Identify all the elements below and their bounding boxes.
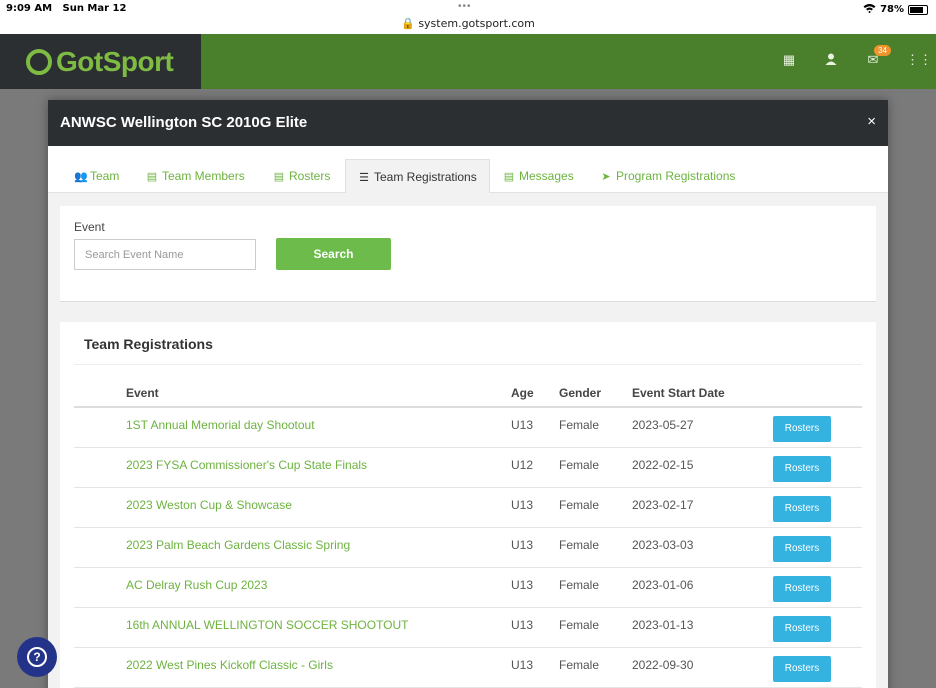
apps-grid-icon[interactable]: ⋮⋮⋮	[906, 52, 936, 68]
table-row: 2022 West Pines Kickoff Classic - Girls …	[74, 648, 862, 688]
tab-rosters[interactable]: ▤ Rosters	[273, 159, 331, 193]
event-search-input[interactable]	[74, 239, 256, 270]
age-cell: U12	[511, 458, 534, 472]
rosters-button[interactable]: Rosters	[773, 496, 831, 522]
gender-cell: Female	[559, 538, 600, 552]
modal-tabs: 👥 Team ▤ Team Members ▤ Rosters ☰ Team Regis…	[48, 146, 888, 193]
gender-cell: Female	[559, 418, 600, 432]
modal-header: ANWSC Wellington SC 2010G Elite ×	[48, 100, 888, 146]
event-link[interactable]: AC Delray Rush Cup 2023	[126, 578, 267, 592]
event-link[interactable]: 2022 West Pines Kickoff Classic - Girls	[126, 658, 333, 672]
registrations-panel: Team Registrations Event Age Gender Even…	[60, 322, 876, 688]
event-link[interactable]: 1ST Annual Memorial day Shootout	[126, 418, 315, 432]
table-row: 1ST Annual Memorial day Shootout U13 Fem…	[74, 408, 862, 448]
column-header-age[interactable]: Age	[511, 386, 534, 400]
gender-cell: Female	[559, 658, 600, 672]
tab-team[interactable]: 👥 Team	[74, 159, 119, 193]
column-header-gender[interactable]: Gender	[559, 386, 601, 400]
logo-mark-icon	[26, 49, 52, 75]
id-card-icon: ▤	[273, 171, 285, 183]
table-row: 2023 Palm Beach Gardens Classic Spring U…	[74, 528, 862, 568]
table-header: Event Age Gender Event Start Date	[74, 379, 862, 408]
envelope-icon[interactable]: ✉ 34	[864, 45, 891, 68]
divider	[74, 364, 862, 365]
column-header-event[interactable]: Event	[126, 386, 159, 400]
tab-messages[interactable]: ▤ Messages	[503, 159, 574, 193]
age-cell: U13	[511, 538, 534, 552]
message-count-badge: 34	[874, 45, 891, 56]
tab-team-members[interactable]: ▤ Team Members	[146, 159, 245, 193]
start-date-cell: 2023-03-03	[632, 538, 694, 552]
registrations-title: Team Registrations	[84, 336, 213, 352]
table-row: 16th ANNUAL WELLINGTON SOCCER SHOOTOUT U…	[74, 608, 862, 648]
header-icons: ▦ ✉34 ⋮⋮⋮	[780, 45, 936, 68]
rosters-button[interactable]: Rosters	[773, 456, 831, 482]
message-icon: ▤	[503, 171, 515, 183]
battery-icon	[908, 4, 928, 15]
battery-percent: 78%	[880, 4, 904, 15]
event-link[interactable]: 2023 Palm Beach Gardens Classic Spring	[126, 538, 350, 552]
modal-title: ANWSC Wellington SC 2010G Elite	[60, 114, 308, 131]
search-panel: Event Search	[60, 206, 876, 302]
multitask-dots[interactable]: •••	[458, 1, 472, 12]
status-time: 9:09 AM Sun Mar 12	[6, 3, 127, 14]
logo-container: GotSport	[0, 34, 201, 89]
app-header: GotSport ▦ ✉34 ⋮⋮⋮	[0, 34, 936, 89]
status-bar: 9:09 AM Sun Mar 12 ••• 🔒 system.gotsport…	[0, 0, 936, 34]
table-row: 2023 FYSA Commissioner's Cup State Final…	[74, 448, 862, 488]
close-icon[interactable]: ×	[867, 113, 876, 130]
age-cell: U13	[511, 618, 534, 632]
gender-cell: Female	[559, 458, 600, 472]
paper-plane-icon: ➤	[601, 171, 611, 183]
gender-cell: Female	[559, 498, 600, 512]
tab-program-registrations[interactable]: ➤ Program Registrations	[600, 159, 735, 193]
list-icon: ☰	[359, 172, 369, 184]
start-date-cell: 2022-02-15	[632, 458, 694, 472]
status-right: 78%	[863, 3, 928, 16]
address-bar[interactable]: 🔒 system.gotsport.com	[0, 17, 936, 30]
help-button[interactable]: ?	[17, 637, 57, 677]
gender-cell: Female	[559, 618, 600, 632]
qr-code-icon[interactable]: ▦	[780, 52, 798, 68]
rosters-button[interactable]: Rosters	[773, 416, 831, 442]
rosters-button[interactable]: Rosters	[773, 616, 831, 642]
event-link[interactable]: 2023 FYSA Commissioner's Cup State Final…	[126, 458, 367, 472]
question-mark-icon: ?	[27, 647, 47, 667]
team-modal: ANWSC Wellington SC 2010G Elite × 👥 Team …	[48, 100, 888, 688]
url-text: system.gotsport.com	[418, 17, 535, 30]
gotsport-logo[interactable]: GotSport	[26, 46, 174, 78]
start-date-cell: 2023-01-13	[632, 618, 694, 632]
start-date-cell: 2023-02-17	[632, 498, 694, 512]
rosters-button[interactable]: Rosters	[773, 536, 831, 562]
user-icon[interactable]	[822, 53, 840, 68]
start-date-cell: 2023-05-27	[632, 418, 694, 432]
search-button[interactable]: Search	[276, 238, 391, 270]
age-cell: U13	[511, 418, 534, 432]
age-cell: U13	[511, 498, 534, 512]
tab-team-registrations[interactable]: ☰ Team Registrations	[345, 159, 490, 193]
start-date-cell: 2022-09-30	[632, 658, 694, 672]
column-header-start-date[interactable]: Event Start Date	[632, 386, 725, 400]
id-card-icon: ▤	[146, 171, 158, 183]
users-icon: 👥	[74, 171, 88, 183]
event-label: Event	[74, 220, 105, 234]
table-row: 2023 Weston Cup & Showcase U13 Female 20…	[74, 488, 862, 528]
gender-cell: Female	[559, 578, 600, 592]
age-cell: U13	[511, 578, 534, 592]
background-page-row	[222, 90, 862, 100]
table-row: AC Delray Rush Cup 2023 U13 Female 2023-…	[74, 568, 862, 608]
start-date-cell: 2023-01-06	[632, 578, 694, 592]
rosters-button[interactable]: Rosters	[773, 576, 831, 602]
event-link[interactable]: 16th ANNUAL WELLINGTON SOCCER SHOOTOUT	[126, 618, 409, 632]
event-link[interactable]: 2023 Weston Cup & Showcase	[126, 498, 292, 512]
age-cell: U13	[511, 658, 534, 672]
wifi-icon	[863, 3, 876, 16]
rosters-button[interactable]: Rosters	[773, 656, 831, 682]
